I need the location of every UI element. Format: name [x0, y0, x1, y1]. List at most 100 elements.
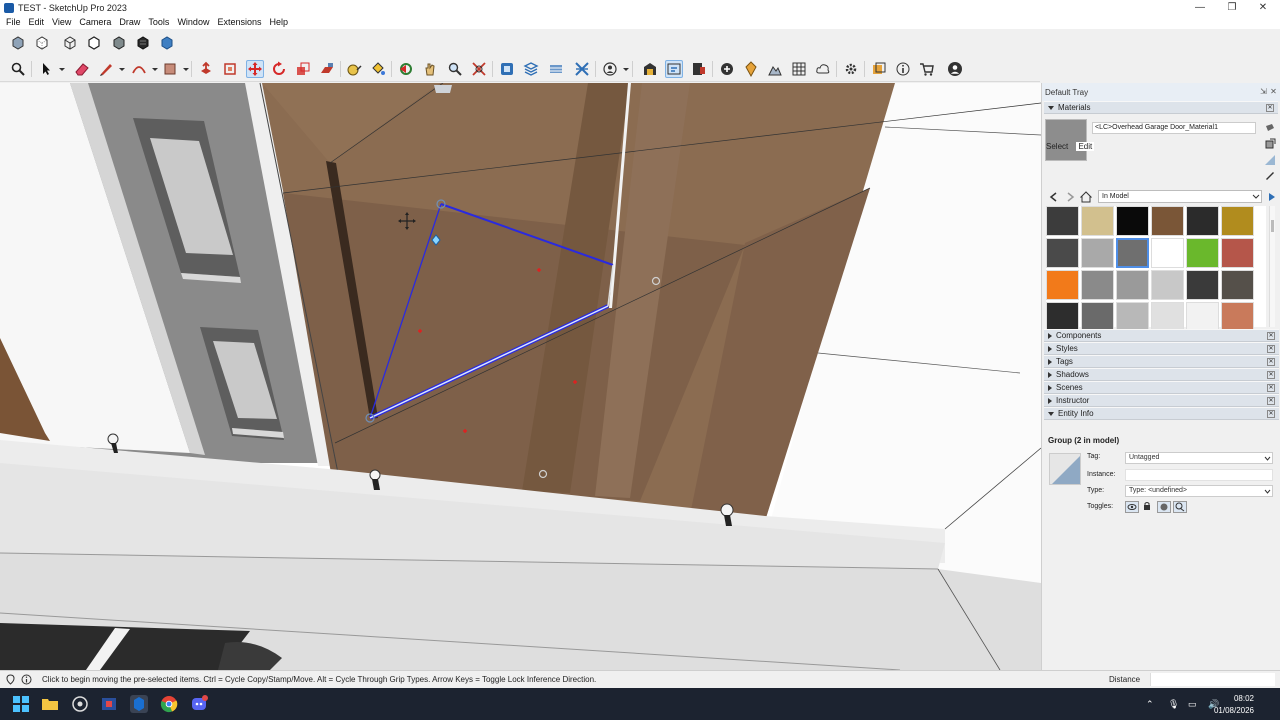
close-icon[interactable]: ✕ — [1267, 384, 1275, 392]
type-select[interactable]: Type: <undefined> — [1125, 485, 1273, 497]
sketchup-taskbar-icon[interactable] — [130, 695, 148, 713]
close-icon[interactable]: ✕ — [1267, 397, 1275, 405]
material-swatch[interactable] — [1116, 206, 1149, 236]
section-plane-icon[interactable] — [547, 60, 565, 78]
settings-icon[interactable] — [842, 60, 860, 78]
info-icon[interactable] — [894, 60, 912, 78]
menu-edit[interactable]: Edit — [25, 17, 49, 27]
panel-tags[interactable]: Tags ✕ — [1044, 355, 1279, 368]
arc-icon[interactable] — [130, 60, 148, 78]
search-icon[interactable] — [9, 60, 27, 78]
material-swatch[interactable] — [1151, 270, 1184, 300]
geolocation-icon[interactable] — [5, 674, 16, 685]
panel-shadows[interactable]: Shadows ✕ — [1044, 368, 1279, 381]
warehouse-icon[interactable] — [641, 60, 659, 78]
material-swatch[interactable] — [1081, 302, 1114, 332]
move-icon[interactable] — [246, 60, 264, 78]
menu-window[interactable]: Window — [173, 17, 213, 27]
menu-tools[interactable]: Tools — [144, 17, 173, 27]
chevron-down-icon[interactable] — [119, 68, 125, 71]
chevron-down-icon[interactable] — [183, 68, 189, 71]
back-edges-style-icon[interactable] — [33, 34, 51, 52]
material-collection-select[interactable]: In Model — [1098, 190, 1262, 203]
geo-icon[interactable] — [742, 60, 760, 78]
rectangle-shape-icon[interactable] — [161, 60, 179, 78]
chevron-down-icon[interactable] — [59, 68, 65, 71]
scale-icon[interactable] — [294, 60, 312, 78]
close-icon[interactable]: ✕ — [1267, 358, 1275, 366]
chevron-down-icon[interactable] — [623, 68, 629, 71]
cart-icon[interactable] — [918, 60, 936, 78]
close-icon[interactable]: ✕ — [1269, 87, 1278, 96]
display-secondary-icon[interactable] — [1264, 122, 1276, 134]
follow-me-icon[interactable] — [318, 60, 336, 78]
material-swatch[interactable] — [1046, 270, 1079, 300]
menu-help[interactable]: Help — [265, 17, 292, 27]
menu-view[interactable]: View — [48, 17, 75, 27]
pan-icon[interactable] — [421, 60, 439, 78]
maximize-button[interactable]: ❐ — [1217, 0, 1247, 15]
zoom-extents-icon[interactable] — [470, 60, 488, 78]
pin-icon[interactable]: ⇲ — [1259, 87, 1268, 96]
visibility-toggle[interactable] — [1125, 501, 1139, 513]
start-icon[interactable] — [12, 695, 30, 713]
close-icon[interactable]: ✕ — [1266, 104, 1274, 112]
details-arrow-icon[interactable] — [1266, 191, 1278, 203]
clock-date[interactable]: 01/08/2026 — [1214, 706, 1254, 715]
photo-texture-icon[interactable] — [790, 60, 808, 78]
current-material-swatch[interactable] — [1045, 119, 1087, 161]
terrain-icon[interactable] — [766, 60, 784, 78]
microphone-icon[interactable]: 🎙 — [1168, 699, 1179, 710]
app-icon-2[interactable] — [100, 695, 118, 713]
material-swatch[interactable] — [1046, 238, 1079, 268]
info-icon[interactable] — [21, 674, 32, 685]
material-swatch[interactable] — [1186, 206, 1219, 236]
home-icon[interactable] — [1080, 191, 1092, 203]
user-account-icon[interactable] — [601, 60, 619, 78]
material-swatch[interactable] — [1186, 238, 1219, 268]
panel-styles[interactable]: Styles ✕ — [1044, 342, 1279, 355]
eraser-icon[interactable] — [73, 60, 91, 78]
app-icon-1[interactable] — [71, 695, 89, 713]
wireframe-style-icon[interactable] — [61, 34, 79, 52]
extension-warehouse-icon[interactable] — [665, 60, 683, 78]
material-swatch[interactable] — [1116, 238, 1149, 268]
tag-select[interactable]: Untagged — [1125, 452, 1273, 464]
profile-icon[interactable] — [946, 60, 964, 78]
cast-shadows-toggle[interactable] — [1173, 501, 1187, 513]
panel-entity-info[interactable]: Entity Info ✕ — [1044, 407, 1279, 420]
menu-camera[interactable]: Camera — [75, 17, 115, 27]
chevron-down-icon[interactable] — [152, 68, 158, 71]
minimize-button[interactable]: — — [1185, 0, 1215, 15]
material-swatch[interactable] — [1186, 302, 1219, 332]
close-icon[interactable]: ✕ — [1267, 410, 1275, 418]
material-swatch[interactable] — [1081, 238, 1114, 268]
push-pull-icon[interactable] — [197, 60, 215, 78]
swatch-scrollbar[interactable] — [1269, 206, 1275, 327]
intersect-icon[interactable] — [573, 60, 591, 78]
dynamic-components-icon[interactable] — [870, 60, 888, 78]
material-swatch[interactable] — [1151, 206, 1184, 236]
add-location-icon[interactable] — [718, 60, 736, 78]
pencil-line-icon[interactable] — [97, 60, 115, 78]
instance-field[interactable] — [1125, 469, 1273, 481]
default-material-icon[interactable] — [1264, 154, 1276, 166]
chevron-up-icon[interactable]: ⌃ — [1146, 699, 1157, 710]
panel-materials[interactable]: Materials ✕ — [1044, 101, 1278, 114]
shaded-style-icon[interactable] — [110, 34, 128, 52]
layout-send-icon[interactable] — [690, 60, 708, 78]
zoom-icon[interactable] — [446, 60, 464, 78]
modeling-viewport[interactable] — [0, 83, 1041, 670]
material-swatch[interactable] — [1081, 206, 1114, 236]
close-icon[interactable]: ✕ — [1267, 332, 1275, 340]
tab-edit[interactable]: Edit — [1076, 142, 1095, 151]
create-material-icon[interactable] — [1264, 138, 1276, 150]
solid-tools-icon[interactable] — [498, 60, 516, 78]
select-arrow-icon[interactable] — [37, 60, 55, 78]
shaded-textures-style-icon[interactable] — [134, 34, 152, 52]
material-swatch[interactable] — [1151, 238, 1184, 268]
back-arrow-icon[interactable] — [1048, 191, 1060, 203]
material-swatch[interactable] — [1221, 238, 1254, 268]
material-swatch[interactable] — [1186, 270, 1219, 300]
material-name-field[interactable]: <LC>Overhead Garage Door_Material1 — [1092, 122, 1256, 134]
